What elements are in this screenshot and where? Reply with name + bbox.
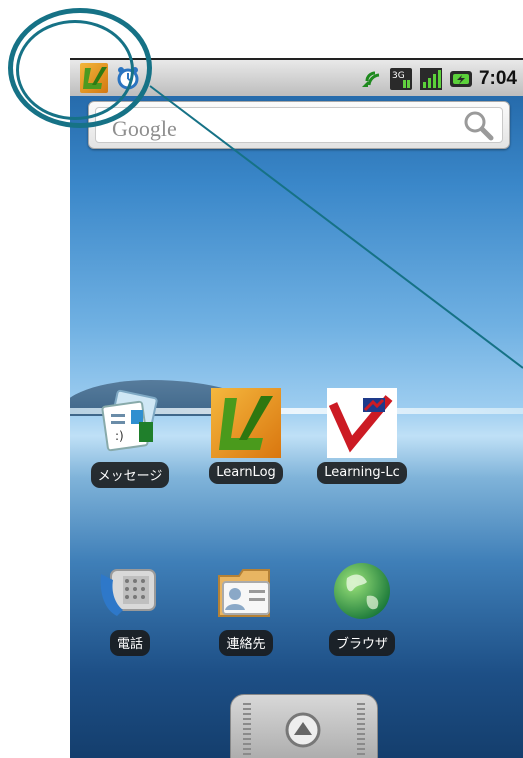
app-label: 連絡先 <box>219 630 273 656</box>
google-logo: Google <box>112 116 177 141</box>
app-contacts[interactable]: 連絡先 <box>186 556 306 660</box>
app-messages[interactable]: :) メッセージ <box>70 388 190 492</box>
sync-icon <box>361 71 380 87</box>
svg-text:3G: 3G <box>392 71 405 81</box>
android-home-screen: 3G 7:04 Google:) メッセージ LearnLog Learnin… <box>70 58 523 758</box>
app-drawer-handle[interactable] <box>230 694 378 758</box>
app-label: ブラウザ <box>328 630 395 656</box>
phone-icon <box>100 569 156 616</box>
status-icons: 3G 7:04 <box>359 64 517 94</box>
battery-charging-icon <box>449 71 472 87</box>
browser-globe-icon <box>334 563 390 619</box>
app-browser[interactable]: ブラウザ <box>302 556 422 660</box>
app-label: Learning-Lc <box>317 462 407 484</box>
drawer-grip-right <box>357 703 365 758</box>
app-phone[interactable]: 電話 <box>70 556 190 660</box>
learnlog-app-icon <box>211 388 281 458</box>
app-label: LearnLog <box>209 462 283 484</box>
google-search-widget[interactable]: Google <box>88 101 510 149</box>
clock-time: 7:04 <box>478 68 517 89</box>
search-magnifier-icon[interactable] <box>461 108 495 142</box>
app-drawer-up-arrow-icon[interactable] <box>284 711 322 749</box>
svg-text::): :) <box>115 429 124 443</box>
app-label: 電話 <box>109 630 150 656</box>
3g-data-icon: 3G <box>389 68 412 90</box>
search-field[interactable]: Google <box>95 107 503 143</box>
app-label: メッセージ <box>90 462 170 488</box>
messaging-icon: :) <box>101 389 158 452</box>
app-learning-log[interactable]: Learning-Lc <box>302 388 422 488</box>
contacts-icon <box>218 569 270 617</box>
app-learnlog[interactable]: LearnLog <box>186 388 306 488</box>
annotation-circle-inner <box>16 20 134 120</box>
drawer-grip-left <box>243 703 251 758</box>
learning-log-app-icon <box>327 388 397 458</box>
signal-bars-icon <box>419 68 442 90</box>
